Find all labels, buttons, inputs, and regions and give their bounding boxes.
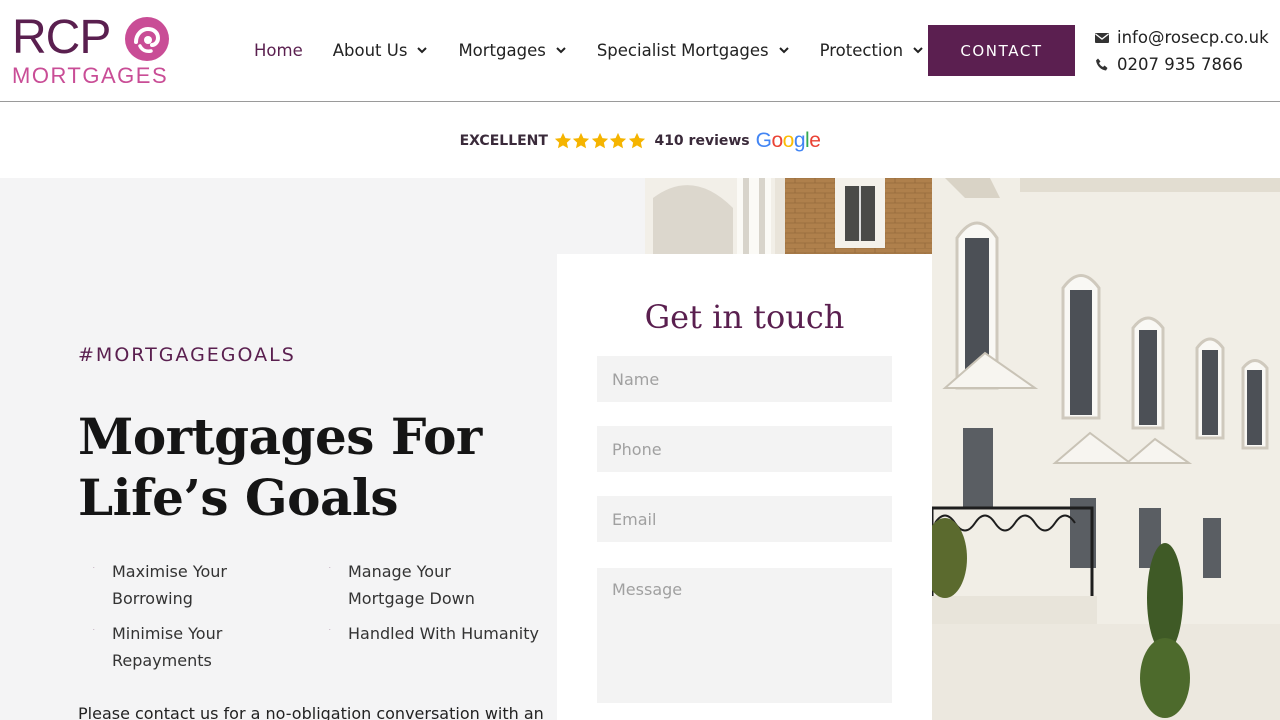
- rcp-mortgages-logo[interactable]: RCP MORTGAGES: [12, 11, 172, 88]
- google-reviews-badge[interactable]: EXCELLENT 410 reviews Google: [0, 103, 1280, 178]
- list-item-text: Manage Your Mortgage Down: [348, 562, 475, 608]
- list-item: Maximise Your Borrowing: [90, 558, 292, 612]
- list-item: Minimise Your Repayments: [90, 620, 292, 674]
- logo-text-top: RCP: [12, 11, 111, 64]
- phone-text: 0207 935 7866: [1117, 55, 1243, 74]
- chevron-down-icon: [913, 47, 923, 54]
- chevron-down-icon: [778, 47, 789, 54]
- star-rating: [554, 132, 647, 150]
- email-text: info@rosecp.co.uk: [1117, 28, 1269, 47]
- contact-button[interactable]: CONTACT: [928, 25, 1075, 76]
- envelope-icon: [1095, 32, 1109, 43]
- nav-item-home[interactable]: Home: [254, 41, 303, 60]
- nav-item-label: Specialist Mortgages: [596, 40, 769, 60]
- list-item-text: Minimise Your Repayments: [112, 624, 223, 670]
- name-field[interactable]: [597, 356, 892, 402]
- caret-right-icon: [329, 567, 331, 568]
- main-navigation: Home About Us Mortgages Specialist Mortg…: [254, 38, 954, 62]
- nav-item-label: About Us: [332, 40, 408, 60]
- list-item-text: Handled With Humanity: [348, 624, 539, 643]
- chevron-down-icon: [417, 47, 428, 54]
- google-logo: Google: [755, 128, 821, 152]
- caret-right-icon: [93, 567, 95, 568]
- rating-label: EXCELLENT: [459, 132, 548, 149]
- star-icon: [628, 132, 646, 148]
- chevron-down-icon: [556, 47, 566, 54]
- email-link[interactable]: info@rosecp.co.uk: [1095, 24, 1269, 51]
- star-icon: [554, 132, 572, 148]
- hero-section: #MORTGAGEGOALS Mortgages For Life’s Goal…: [0, 178, 1280, 720]
- nav-item-label: Home: [254, 40, 303, 60]
- hero-headline: Mortgages For Life’s Goals: [78, 407, 482, 527]
- nav-item-label: Mortgages: [458, 40, 546, 60]
- review-count: 410 reviews: [654, 132, 750, 149]
- rose-logo-icon: [125, 17, 169, 61]
- email-field[interactable]: [597, 496, 892, 542]
- nav-item-label: Protection: [819, 40, 904, 60]
- nav-item-specialist-mortgages[interactable]: Specialist Mortgages: [597, 41, 790, 60]
- logo-text-bottom: MORTGAGES: [12, 63, 169, 88]
- phone-link[interactable]: 0207 935 7866: [1095, 51, 1269, 78]
- caret-right-icon: [93, 629, 95, 630]
- intro-paragraph: Please contact us for a no-obligation co…: [78, 704, 544, 720]
- nav-item-protection[interactable]: Protection: [820, 41, 924, 60]
- nav-item-about-us[interactable]: About Us: [333, 41, 429, 60]
- contact-form-card: Get in touch: [557, 254, 932, 720]
- caret-right-icon: [329, 629, 331, 630]
- contact-info: info@rosecp.co.uk 0207 935 7866: [1095, 24, 1269, 78]
- list-item: Handled With Humanity: [326, 620, 568, 647]
- message-field[interactable]: [597, 568, 892, 703]
- site-header: RCP MORTGAGES Home About Us Mortgages Sp…: [0, 0, 1280, 102]
- phone-field[interactable]: [597, 426, 892, 472]
- star-icon: [573, 132, 590, 148]
- phone-icon: [1096, 58, 1108, 70]
- form-title: Get in touch: [644, 298, 845, 336]
- list-item-text: Maximise Your Borrowing: [112, 562, 227, 608]
- list-item: Manage Your Mortgage Down: [326, 558, 528, 612]
- hashtag-label: #MORTGAGEGOALS: [78, 344, 296, 366]
- star-icon: [591, 132, 609, 148]
- star-icon: [610, 132, 627, 148]
- nav-item-mortgages[interactable]: Mortgages: [458, 41, 566, 60]
